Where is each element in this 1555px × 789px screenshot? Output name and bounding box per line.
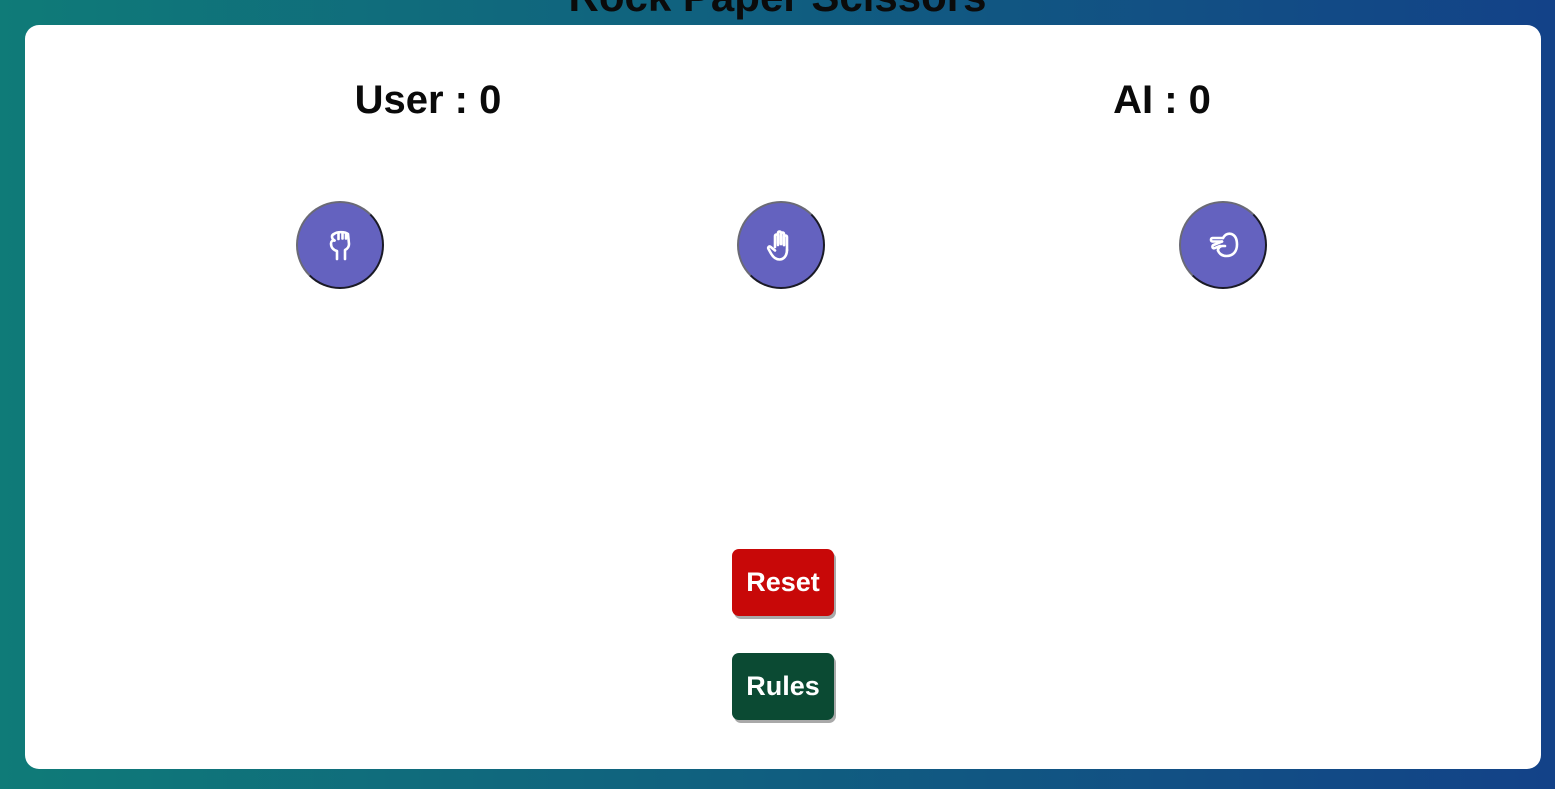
user-score: User : 0: [354, 78, 502, 122]
scissors-hand-icon: [1209, 232, 1239, 258]
ai-score: AI : 0: [1113, 78, 1211, 122]
fist-icon: [329, 230, 351, 261]
open-hand-icon: [766, 230, 789, 261]
reset-button[interactable]: Reset: [732, 549, 834, 616]
rules-button[interactable]: Rules: [732, 653, 834, 720]
game-card: User : 0 AI : 0 Reset Rules: [25, 25, 1541, 769]
scissors-button[interactable]: [1179, 201, 1267, 289]
page-title: Rock Paper Scissors: [0, 0, 1555, 18]
rock-button[interactable]: [296, 201, 384, 289]
paper-button[interactable]: [737, 201, 825, 289]
